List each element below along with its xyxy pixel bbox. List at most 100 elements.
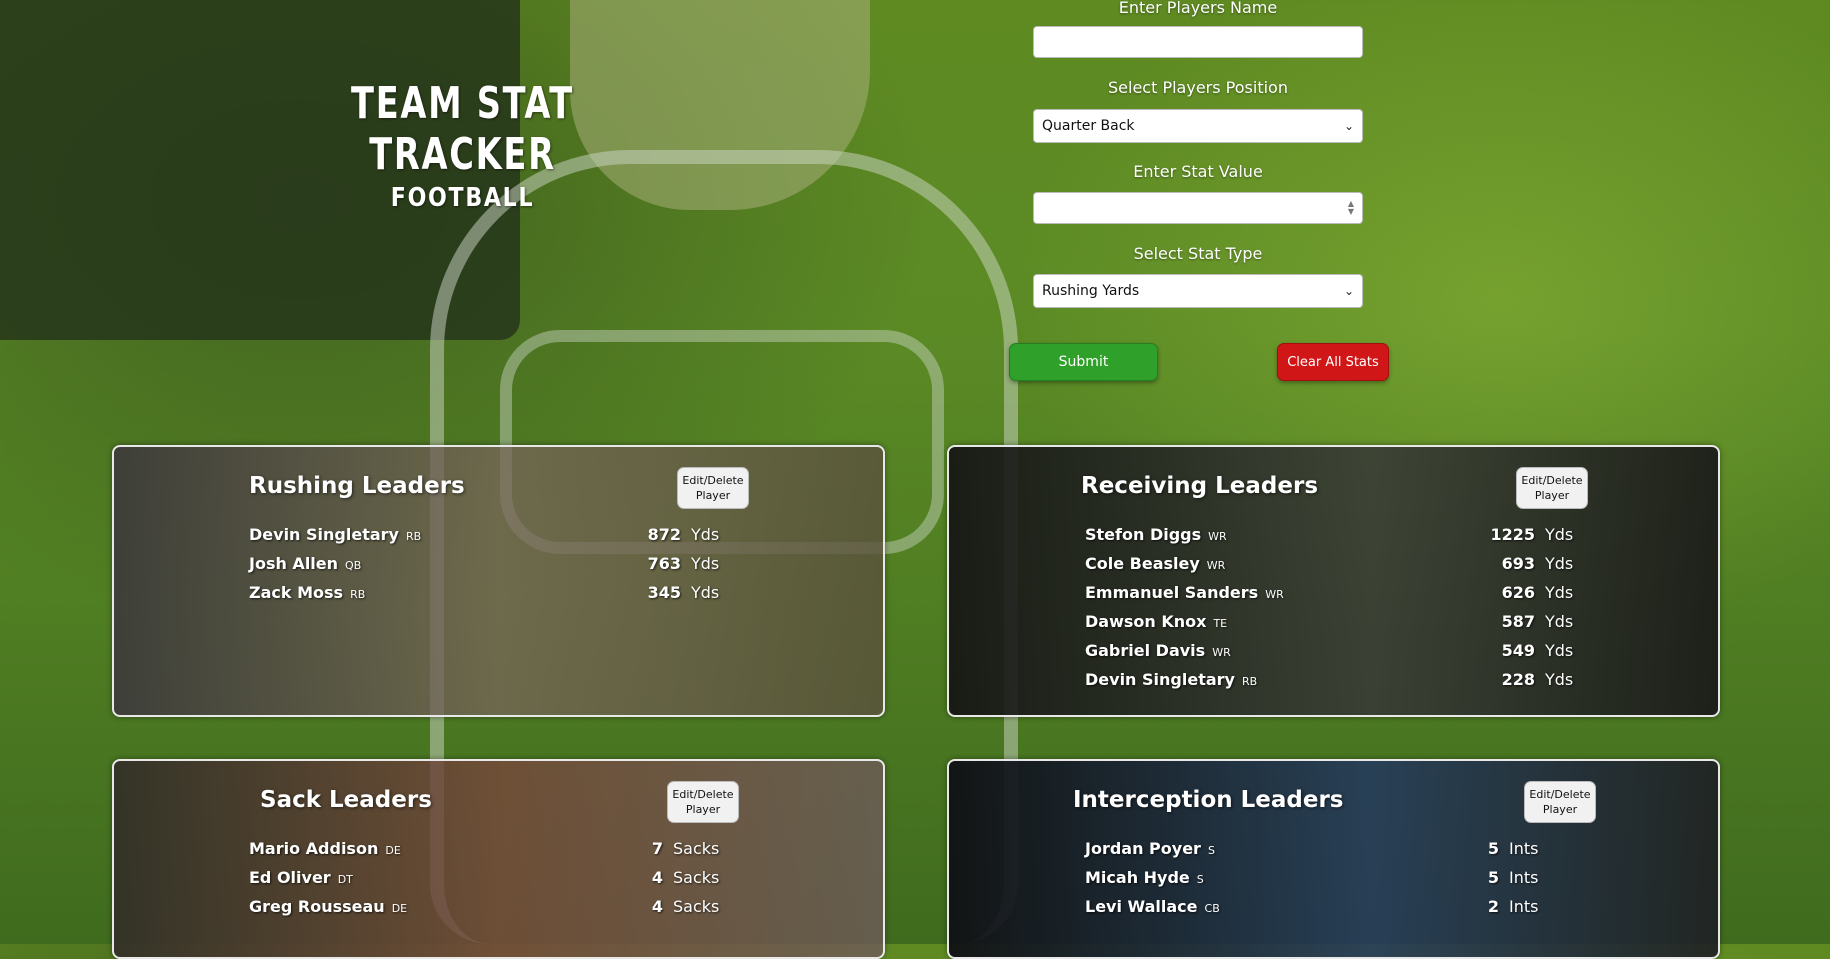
interception-leaders-card: Interception Leaders Edit/Delete Player … — [947, 759, 1720, 959]
list-item: Micah Hyde S 5 Ints — [1085, 868, 1705, 897]
stat-unit: Yds — [1545, 641, 1574, 660]
stat-unit: Yds — [691, 583, 720, 602]
player-name: Devin Singletary — [1085, 670, 1235, 689]
card-title: Rushing Leaders — [249, 473, 465, 499]
player-position: DE — [391, 902, 408, 915]
stat-value: 872 — [647, 525, 681, 544]
list-item: Jordan Poyer S 5 Ints — [1085, 839, 1705, 868]
rushing-leaders-card: Rushing Leaders Edit/Delete Player Devin… — [112, 445, 885, 717]
list-item: Ed Oliver DT 4 Sacks — [249, 868, 869, 897]
receiving-leaders-card: Receiving Leaders Edit/Delete Player Ste… — [947, 445, 1720, 717]
list-item: Dawson Knox TE 587 Yds — [1085, 612, 1705, 641]
player-name-input[interactable] — [1033, 26, 1363, 58]
player-name-label: Enter Players Name — [1118, 0, 1278, 17]
stat-value: 1225 — [1490, 525, 1535, 544]
stat-value: 4 — [651, 868, 663, 887]
player-name: Jordan Poyer — [1085, 839, 1201, 858]
player-position: RB — [350, 588, 366, 601]
list-item: Devin Singletary RB 872 Yds — [249, 525, 869, 554]
list-item: Emmanuel Sanders WR 626 Yds — [1085, 583, 1705, 612]
stat-unit: Sacks — [673, 868, 720, 887]
position-select[interactable]: Quarter Back ⌄ — [1033, 109, 1363, 143]
player-position: WR — [1208, 530, 1227, 543]
stat-type-label: Select Stat Type — [1133, 244, 1263, 263]
stat-unit: Yds — [1545, 670, 1574, 689]
list-item: Devin Singletary RB 228 Yds — [1085, 670, 1705, 699]
player-name: Devin Singletary — [249, 525, 399, 544]
stat-value: 587 — [1501, 612, 1535, 631]
player-name: Ed Oliver — [249, 868, 331, 887]
list-item: Josh Allen QB 763 Yds — [249, 554, 869, 583]
stat-value: 549 — [1501, 641, 1535, 660]
stat-value: 5 — [1487, 839, 1499, 858]
player-name: Cole Beasley — [1085, 554, 1200, 573]
stat-value-label: Enter Stat Value — [1133, 162, 1263, 181]
leader-list: Mario Addison DE 7 Sacks Ed Oliver DT 4 Sa… — [249, 839, 869, 926]
position-label: Select Players Position — [1108, 78, 1288, 97]
stat-value: 228 — [1501, 670, 1535, 689]
stat-unit: Yds — [691, 554, 720, 573]
card-title: Receiving Leaders — [1081, 473, 1319, 499]
player-name: Dawson Knox — [1085, 612, 1207, 631]
stat-unit: Yds — [1545, 583, 1574, 602]
sack-leaders-card: Sack Leaders Edit/Delete Player Mario Ad… — [112, 759, 885, 959]
stat-value: 5 — [1487, 868, 1499, 887]
player-position: WR — [1206, 559, 1226, 572]
player-name: Micah Hyde — [1085, 868, 1190, 887]
stat-value: 345 — [647, 583, 681, 602]
position-select-value: Quarter Back — [1042, 118, 1135, 134]
player-name: Stefon Diggs — [1085, 525, 1202, 544]
stat-unit: Sacks — [673, 897, 720, 916]
player-position: TE — [1213, 617, 1228, 630]
player-name: Gabriel Davis — [1085, 641, 1206, 660]
list-item: Cole Beasley WR 693 Yds — [1085, 554, 1705, 583]
stat-unit: Ints — [1509, 868, 1539, 887]
list-item: Levi Wallace CB 2 Ints — [1085, 897, 1705, 926]
player-position: S — [1207, 844, 1215, 857]
player-position: QB — [345, 559, 362, 572]
player-position: RB — [1241, 675, 1258, 688]
chevron-down-icon: ⌄ — [1343, 284, 1354, 298]
edit-delete-player-button[interactable]: Edit/Delete Player — [1524, 781, 1596, 823]
card-title: Interception Leaders — [1073, 787, 1344, 813]
clear-all-stats-button[interactable]: Clear All Stats — [1277, 343, 1389, 381]
player-name: Zack Moss — [249, 583, 344, 602]
leader-list: Devin Singletary RB 872 Yds Josh Allen QB… — [249, 525, 869, 612]
player-name: Mario Addison — [249, 839, 379, 858]
stat-type-select[interactable]: Rushing Yards ⌄ — [1033, 274, 1363, 308]
leader-list: Jordan Poyer S 5 Ints Micah Hyde S 5 Ints … — [1085, 839, 1705, 926]
stat-value-input[interactable]: ▲ ▼ — [1033, 192, 1363, 224]
player-position: S — [1196, 873, 1204, 886]
stat-value: 2 — [1487, 897, 1499, 916]
list-item: Greg Rousseau DE 4 Sacks — [249, 897, 869, 926]
edit-delete-player-button[interactable]: Edit/Delete Player — [677, 467, 749, 509]
list-item: Gabriel Davis WR 549 Yds — [1085, 641, 1705, 670]
edit-delete-player-button[interactable]: Edit/Delete Player — [1516, 467, 1588, 509]
number-spinner-icon[interactable]: ▲ ▼ — [1348, 200, 1354, 216]
card-title: Sack Leaders — [260, 787, 432, 813]
player-name: Levi Wallace — [1085, 897, 1198, 916]
stat-unit: Ints — [1509, 839, 1539, 858]
stat-type-select-value: Rushing Yards — [1042, 283, 1140, 299]
edit-delete-player-button[interactable]: Edit/Delete Player — [667, 781, 739, 823]
stat-unit: Yds — [1545, 525, 1574, 544]
list-item: Zack Moss RB 345 Yds — [249, 583, 869, 612]
stat-value: 626 — [1501, 583, 1535, 602]
leader-list: Stefon Diggs WR 1225 Yds Cole Beasley WR … — [1085, 525, 1705, 699]
chevron-down-icon: ⌄ — [1343, 119, 1354, 133]
stat-unit: Sacks — [673, 839, 720, 858]
player-position: RB — [405, 530, 422, 543]
page-subtitle: FOOTBALL — [390, 183, 535, 213]
stat-value: 7 — [651, 839, 663, 858]
stat-value: 4 — [651, 897, 663, 916]
player-position: CB — [1204, 902, 1220, 915]
player-position: DE — [385, 844, 401, 857]
page-title: TEAM STAT TRACKER — [351, 78, 574, 180]
player-position: WR — [1265, 588, 1284, 601]
stat-value: 693 — [1501, 554, 1535, 573]
submit-button[interactable]: Submit — [1009, 343, 1158, 381]
stat-unit: Yds — [1545, 612, 1574, 631]
stat-unit: Yds — [1545, 554, 1574, 573]
player-position: WR — [1212, 646, 1231, 659]
stat-value: 763 — [647, 554, 681, 573]
